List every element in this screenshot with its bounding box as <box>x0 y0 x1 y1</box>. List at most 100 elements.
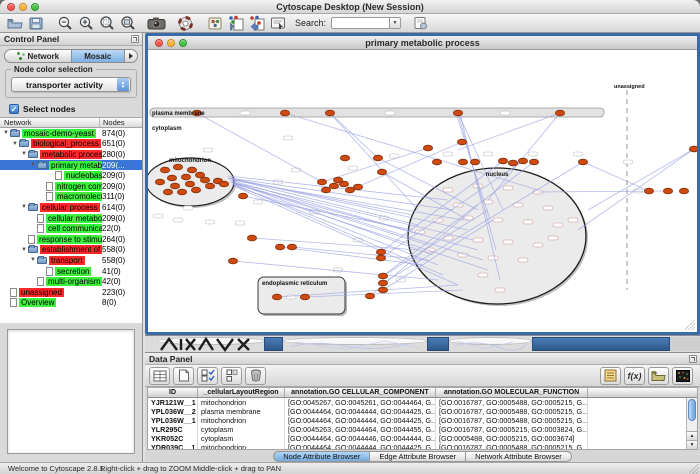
zoom-in-icon[interactable] <box>76 15 95 31</box>
table-row[interactable]: YLR295Ccytoplasm[GO:0045263, GO:0044464,… <box>148 425 697 434</box>
select-nodes-checkbox[interactable]: ✓ <box>9 104 19 114</box>
tree-row[interactable]: nucleobase-209(0) <box>0 170 142 181</box>
table-cell[interactable]: [GO:0044464, GO:0044444, GO:0044425, G..… <box>285 407 436 416</box>
tree-row[interactable]: nitrogen compo209(0) <box>0 181 142 192</box>
tab-network[interactable]: Network <box>4 49 72 63</box>
table-scrollbar[interactable]: ▲ ▼ <box>686 398 697 449</box>
tree-row[interactable]: macromolecule311(0) <box>0 192 142 203</box>
table-cell[interactable]: [GO:0016787, GO:0005488, GO:0005215, G..… <box>436 416 588 425</box>
table-row[interactable]: YJR121W__1mitochondrion[GO:0045267, GO:0… <box>148 398 697 407</box>
tree-row[interactable]: ▼cellular process614(0) <box>0 202 142 213</box>
disclosure-triangle[interactable]: ▼ <box>29 255 37 265</box>
table-cell[interactable]: mitochondrion <box>198 398 285 407</box>
network-canvas-svg[interactable]: plasma membranecytoplasmmitochondrionnuc… <box>148 50 697 332</box>
node-color-dropdown[interactable]: transporter activity ▲▼ <box>11 77 131 92</box>
table-cell[interactable]: cytoplasm <box>198 434 285 443</box>
tree-row[interactable]: secretion41(0) <box>0 266 142 277</box>
zoom-out-icon[interactable] <box>55 15 74 31</box>
column-header[interactable]: ID <box>148 388 198 397</box>
table-cell[interactable]: [GO:0045263, GO:0044464, GO:0044455, G..… <box>285 425 436 434</box>
float-panel-icon[interactable] <box>689 355 697 363</box>
tree-row[interactable]: cellular metabo209(0) <box>0 213 142 224</box>
zoom-button[interactable] <box>31 3 39 11</box>
tab-edge-attribute-browser[interactable]: Edge Attribute Browser <box>370 451 466 462</box>
tree-row[interactable]: cell communicat22(0) <box>0 223 142 234</box>
search-input[interactable] <box>331 17 389 29</box>
column-header[interactable]: annotation.GO MOLECULAR_FUNCTION <box>436 388 588 397</box>
table-cell[interactable]: [GO:0016787, GO:0005488, GO:0005215, G..… <box>436 407 588 416</box>
table-cell[interactable]: [GO:0044464, GO:0044444, GO:0044425, G..… <box>285 443 436 450</box>
table-cell[interactable]: [GO:0044464, GO:0044444, GO:0044425, G..… <box>285 416 436 425</box>
table-cell[interactable]: YPL036W__1 <box>148 416 198 425</box>
help-lifering-icon[interactable] <box>176 15 195 31</box>
tree-row[interactable]: ▼biological_process651(0) <box>0 139 142 150</box>
close-button[interactable] <box>7 3 15 11</box>
table-row[interactable]: YPL036W__2plasma membrane[GO:0044464, GO… <box>148 407 697 416</box>
scrollbar-thumb[interactable] <box>688 399 696 421</box>
unselect-attributes-icon[interactable] <box>221 367 242 385</box>
tab-node-attribute-browser[interactable]: Node Attribute Browser <box>273 451 370 462</box>
import-attributes-icon[interactable] <box>648 367 669 385</box>
network-close-button[interactable] <box>155 39 163 47</box>
table-cell[interactable]: YPL036W__2 <box>148 407 198 416</box>
vizmapper-icon[interactable] <box>205 15 224 31</box>
canvas-resize-grip[interactable] <box>685 320 695 330</box>
window-resize-grip[interactable] <box>689 464 699 474</box>
disclosure-triangle[interactable]: ▼ <box>20 245 28 255</box>
snapshot-camera-icon[interactable] <box>147 15 166 31</box>
tree-row[interactable]: ▼transport558(0) <box>0 255 142 266</box>
attribute-grid-icon[interactable] <box>149 367 170 385</box>
table-cell[interactable]: [GO:0016787, GO:0005488, GO:0005215, G..… <box>436 443 588 450</box>
save-session-icon[interactable] <box>26 15 45 31</box>
table-row[interactable]: YDR039C__1mitochondrion[GO:0044464, GO:0… <box>148 443 697 450</box>
table-cell[interactable]: [GO:0016787, GO:0005215, GO:0003824, G..… <box>436 425 588 434</box>
zoom-fit-icon[interactable] <box>118 15 137 31</box>
select-attributes-icon[interactable] <box>197 367 218 385</box>
tab-overflow-arrow[interactable] <box>125 49 138 63</box>
annotation-icon[interactable] <box>268 15 287 31</box>
table-cell[interactable]: YJR121W__1 <box>148 398 198 407</box>
scroll-up-button[interactable]: ▲ <box>687 431 697 440</box>
table-cell[interactable]: [GO:0016787, GO:0005488, GO:0005215, G..… <box>436 398 588 407</box>
open-session-icon[interactable] <box>5 15 24 31</box>
tree-row[interactable]: Overview8(0) <box>0 298 142 309</box>
table-cell[interactable]: mitochondrion <box>198 443 285 450</box>
birds-eye-view[interactable] <box>7 329 135 454</box>
disclosure-triangle[interactable]: ▼ <box>20 202 28 212</box>
table-row[interactable]: YKR052Ccytoplasm[GO:0044464, GO:0044446,… <box>148 434 697 443</box>
minimize-button[interactable] <box>19 3 27 11</box>
table-row[interactable]: YPL036W__1mitochondrion[GO:0044464, GO:0… <box>148 416 697 425</box>
table-header-row[interactable]: ID_cellularLayoutRegionannotation.GO CEL… <box>148 388 697 398</box>
function-builder-icon[interactable]: f(x) <box>624 367 645 385</box>
table-cell[interactable]: YLR295C <box>148 425 198 434</box>
disclosure-triangle[interactable]: ▼ <box>29 160 37 170</box>
table-cell[interactable]: YDR039C__1 <box>148 443 198 450</box>
tree-row[interactable]: ▼metabolic process280(0) <box>0 149 142 160</box>
attribute-list-icon[interactable] <box>600 367 621 385</box>
disclosure-triangle[interactable]: ▼ <box>11 139 19 149</box>
network-canvas[interactable]: plasma membranecytoplasmmitochondrionnuc… <box>148 50 697 332</box>
tree-row[interactable]: unassigned223(0) <box>0 287 142 298</box>
tree-row[interactable]: multi-organism pro42(0) <box>0 276 142 287</box>
table-cell[interactable]: [GO:0045267, GO:0045261, GO:0044464, G..… <box>285 398 436 407</box>
tab-mosaic[interactable]: Mosaic <box>72 49 125 63</box>
tab-network-attribute-browser[interactable]: Network Attribute Browser <box>466 451 572 462</box>
tree-row[interactable]: ▼establishment of lo558(0) <box>0 245 142 256</box>
delete-attribute-icon[interactable] <box>245 367 266 385</box>
network-tree-header[interactable]: Network Nodes <box>0 117 142 128</box>
network-zoom-button[interactable] <box>179 39 187 47</box>
tree-row[interactable]: response to stimulu264(0) <box>0 234 142 245</box>
new-attribute-icon[interactable] <box>173 367 194 385</box>
table-cell[interactable]: cytoplasm <box>198 425 285 434</box>
export-network-icon[interactable] <box>247 15 266 31</box>
import-network-icon[interactable] <box>226 15 245 31</box>
tree-row[interactable]: ▼primary metabo209(... <box>0 160 142 171</box>
disclosure-triangle[interactable]: ▼ <box>20 149 28 159</box>
network-window-titlebar[interactable]: primary metabolic process <box>148 36 697 50</box>
table-cell[interactable]: [GO:0005488, GO:0005215, GO:0003674] <box>436 434 588 443</box>
table-cell[interactable]: plasma membrane <box>198 407 285 416</box>
table-cell[interactable]: [GO:0044464, GO:0044446, GO:0044444, G..… <box>285 434 436 443</box>
tree-row[interactable]: ▼mosaic-demo-yeast874(0) <box>0 128 142 139</box>
search-options-icon[interactable] <box>411 15 430 31</box>
disclosure-triangle[interactable]: ▼ <box>2 128 10 138</box>
